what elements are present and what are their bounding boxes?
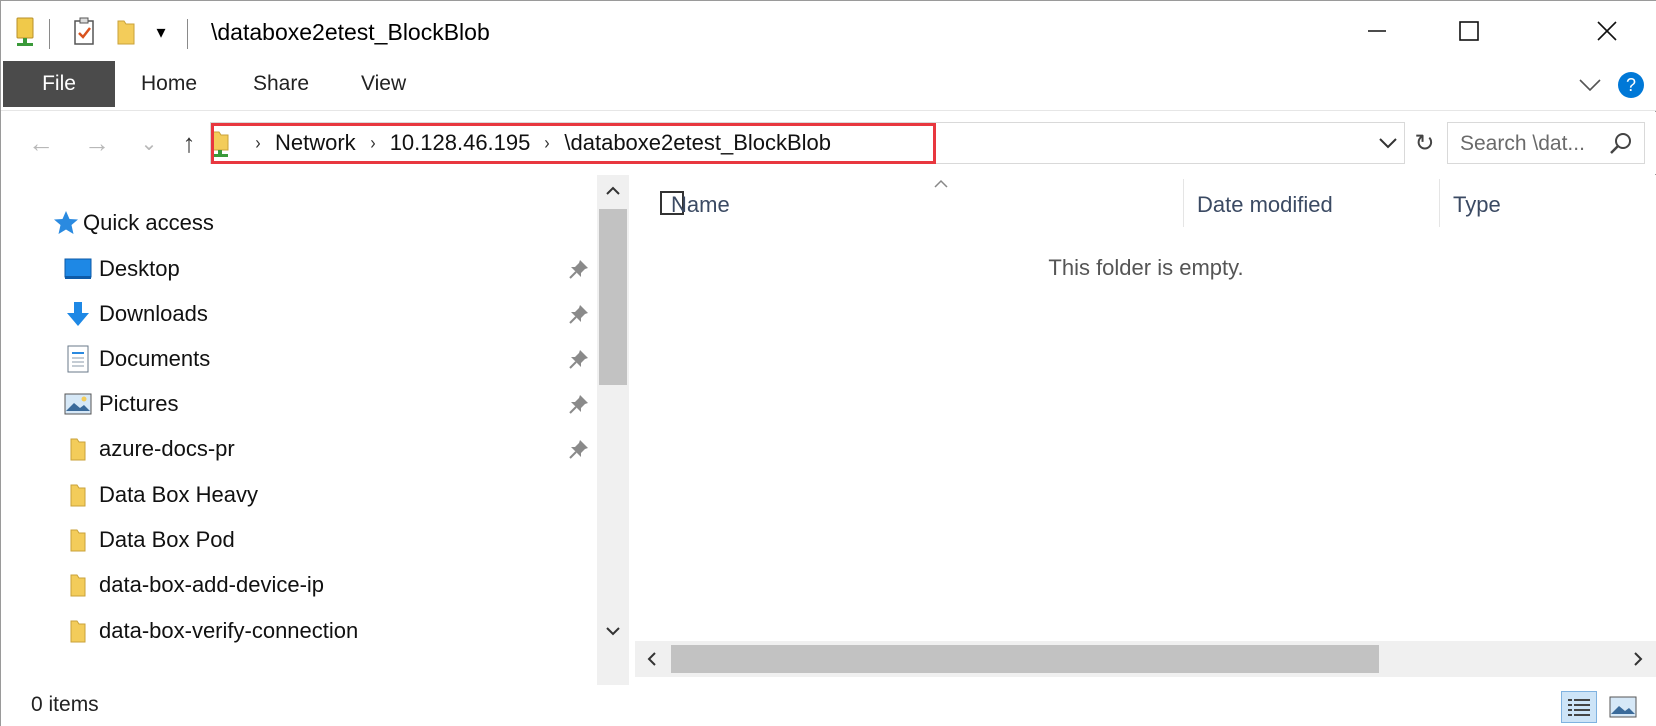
scroll-right-button[interactable] xyxy=(1621,641,1655,677)
navigation-pane: Quick access Desktop Downloads Documents… xyxy=(1,175,631,685)
sidebar-item-label: Desktop xyxy=(99,256,180,281)
sidebar-item-label: Pictures xyxy=(99,391,179,416)
scrollbar-thumb[interactable] xyxy=(671,645,1379,673)
tab-home[interactable]: Home xyxy=(141,61,197,107)
column-divider[interactable] xyxy=(1183,179,1184,227)
details-view-button[interactable] xyxy=(1561,691,1597,723)
breadcrumb-ip[interactable]: 10.128.46.195 xyxy=(390,130,531,156)
customize-dropdown-icon[interactable]: ▾ xyxy=(147,15,175,49)
breadcrumb-share[interactable]: \databoxe2etest_BlockBlob xyxy=(564,130,831,156)
column-divider[interactable] xyxy=(1439,179,1440,227)
search-input[interactable] xyxy=(1460,130,1610,158)
sidebar-item-data-box-verify-connection[interactable]: data-box-verify-connection xyxy=(1,609,601,653)
breadcrumb: › Network › 10.128.46.195 › \databoxe2et… xyxy=(211,123,831,163)
downloads-icon xyxy=(63,299,93,329)
scroll-left-button[interactable] xyxy=(635,641,669,677)
large-icons-view-button[interactable] xyxy=(1605,691,1641,723)
maximize-button[interactable] xyxy=(1423,1,1515,61)
refresh-button[interactable]: ↻ xyxy=(1404,122,1444,164)
file-list-pane: Name Date modified Type This folder is e… xyxy=(635,175,1656,685)
scrollbar-thumb[interactable] xyxy=(599,209,627,385)
nav-pane-scrollbar[interactable] xyxy=(597,175,629,685)
help-glyph: ? xyxy=(1626,75,1636,95)
sidebar-item-data-box-heavy[interactable]: Data Box Heavy xyxy=(1,473,601,517)
new-folder-icon[interactable] xyxy=(111,15,141,49)
scroll-down-button[interactable] xyxy=(597,615,629,647)
forward-button[interactable]: → xyxy=(77,126,117,160)
sidebar-item-label: azure-docs-pr xyxy=(99,436,235,461)
sidebar-item-label: data-box-verify-connection xyxy=(99,618,359,643)
pictures-icon xyxy=(63,389,93,419)
desktop-icon xyxy=(63,254,93,284)
address-bar[interactable]: › Network › 10.128.46.195 › \databoxe2et… xyxy=(210,122,1430,164)
close-button[interactable] xyxy=(1561,1,1653,61)
column-header-date-modified[interactable]: Date modified xyxy=(1197,175,1333,235)
breadcrumb-separator[interactable]: › xyxy=(545,133,550,154)
folder-icon xyxy=(63,525,93,555)
sidebar-item-azure-docs-pr[interactable]: azure-docs-pr xyxy=(1,427,601,471)
pin-icon[interactable] xyxy=(567,437,591,461)
tab-file[interactable]: File xyxy=(3,61,115,107)
address-row: ← → ⌄ ↑ › Network › 10.128.46.195 › \dat… xyxy=(1,112,1656,174)
item-count: 0 items xyxy=(31,693,99,716)
folder-icon xyxy=(63,570,93,600)
sort-indicator-icon xyxy=(933,173,949,194)
ribbon-tabs: File Home Share View ? xyxy=(1,61,1656,111)
quick-access-label: Quick access xyxy=(83,210,214,235)
sidebar-item-label: data-box-add-device-ip xyxy=(99,572,325,597)
sidebar-item-desktop[interactable]: Desktop xyxy=(1,247,601,291)
sidebar-item-label: Data Box Pod xyxy=(99,527,235,552)
tab-share[interactable]: Share xyxy=(253,61,309,107)
recent-locations-button[interactable]: ⌄ xyxy=(129,126,169,160)
breadcrumb-separator[interactable]: › xyxy=(370,133,375,154)
pin-icon[interactable] xyxy=(567,347,591,371)
details-view-icon xyxy=(1568,699,1590,716)
empty-folder-message: This folder is empty. xyxy=(1048,255,1244,280)
sidebar-item-downloads[interactable]: Downloads xyxy=(1,292,601,336)
column-header-type[interactable]: Type xyxy=(1453,175,1501,235)
search-icon[interactable] xyxy=(1608,131,1634,157)
breadcrumb-separator[interactable]: › xyxy=(255,133,260,154)
back-button[interactable]: ← xyxy=(21,126,61,160)
properties-icon[interactable] xyxy=(69,15,101,49)
sidebar-item-data-box-add-device-ip[interactable]: data-box-add-device-ip xyxy=(1,563,601,607)
quick-access-item[interactable]: Quick access xyxy=(1,201,601,245)
qa-separator xyxy=(49,19,50,49)
sidebar-item-label: Documents xyxy=(99,346,211,371)
qa-separator xyxy=(187,19,188,49)
sidebar-item-label: Downloads xyxy=(99,301,208,326)
pin-icon[interactable] xyxy=(567,257,591,281)
sidebar-item-documents[interactable]: Documents xyxy=(1,337,601,381)
sidebar-item-label: Data Box Heavy xyxy=(99,482,258,507)
folder-icon xyxy=(63,616,93,646)
ribbon-collapse-button[interactable] xyxy=(1573,69,1607,101)
minimize-button[interactable] xyxy=(1331,1,1423,61)
sidebar-item-data-box-pod[interactable]: Data Box Pod xyxy=(1,518,601,562)
title-bar: ▾ \databoxe2etest_BlockBlob xyxy=(1,1,1656,61)
large-icons-view-icon xyxy=(1609,696,1637,718)
quick-access-star-icon xyxy=(51,208,81,238)
explorer-window: ▾ \databoxe2etest_BlockBlob File Home Sh… xyxy=(0,0,1656,726)
breadcrumb-network[interactable]: Network xyxy=(275,130,356,156)
column-header-name[interactable]: Name xyxy=(671,175,730,235)
pin-icon[interactable] xyxy=(567,302,591,326)
up-button[interactable]: ↑ xyxy=(169,126,209,160)
sidebar-item-pictures[interactable]: Pictures xyxy=(1,382,601,426)
folder-icon xyxy=(63,434,93,464)
tab-view[interactable]: View xyxy=(361,61,406,107)
network-drive-icon[interactable] xyxy=(11,15,41,49)
network-location-icon xyxy=(207,128,241,158)
search-box[interactable] xyxy=(1447,122,1645,164)
address-dropdown-button[interactable] xyxy=(1372,122,1404,164)
window-title: \databoxe2etest_BlockBlob xyxy=(211,19,490,45)
pin-icon[interactable] xyxy=(567,392,591,416)
help-button[interactable]: ? xyxy=(1615,69,1647,101)
folder-icon xyxy=(63,480,93,510)
scroll-up-button[interactable] xyxy=(597,175,629,207)
file-list-horizontal-scrollbar[interactable] xyxy=(635,641,1656,677)
documents-icon xyxy=(63,344,93,374)
status-bar: 0 items xyxy=(1,685,1656,726)
